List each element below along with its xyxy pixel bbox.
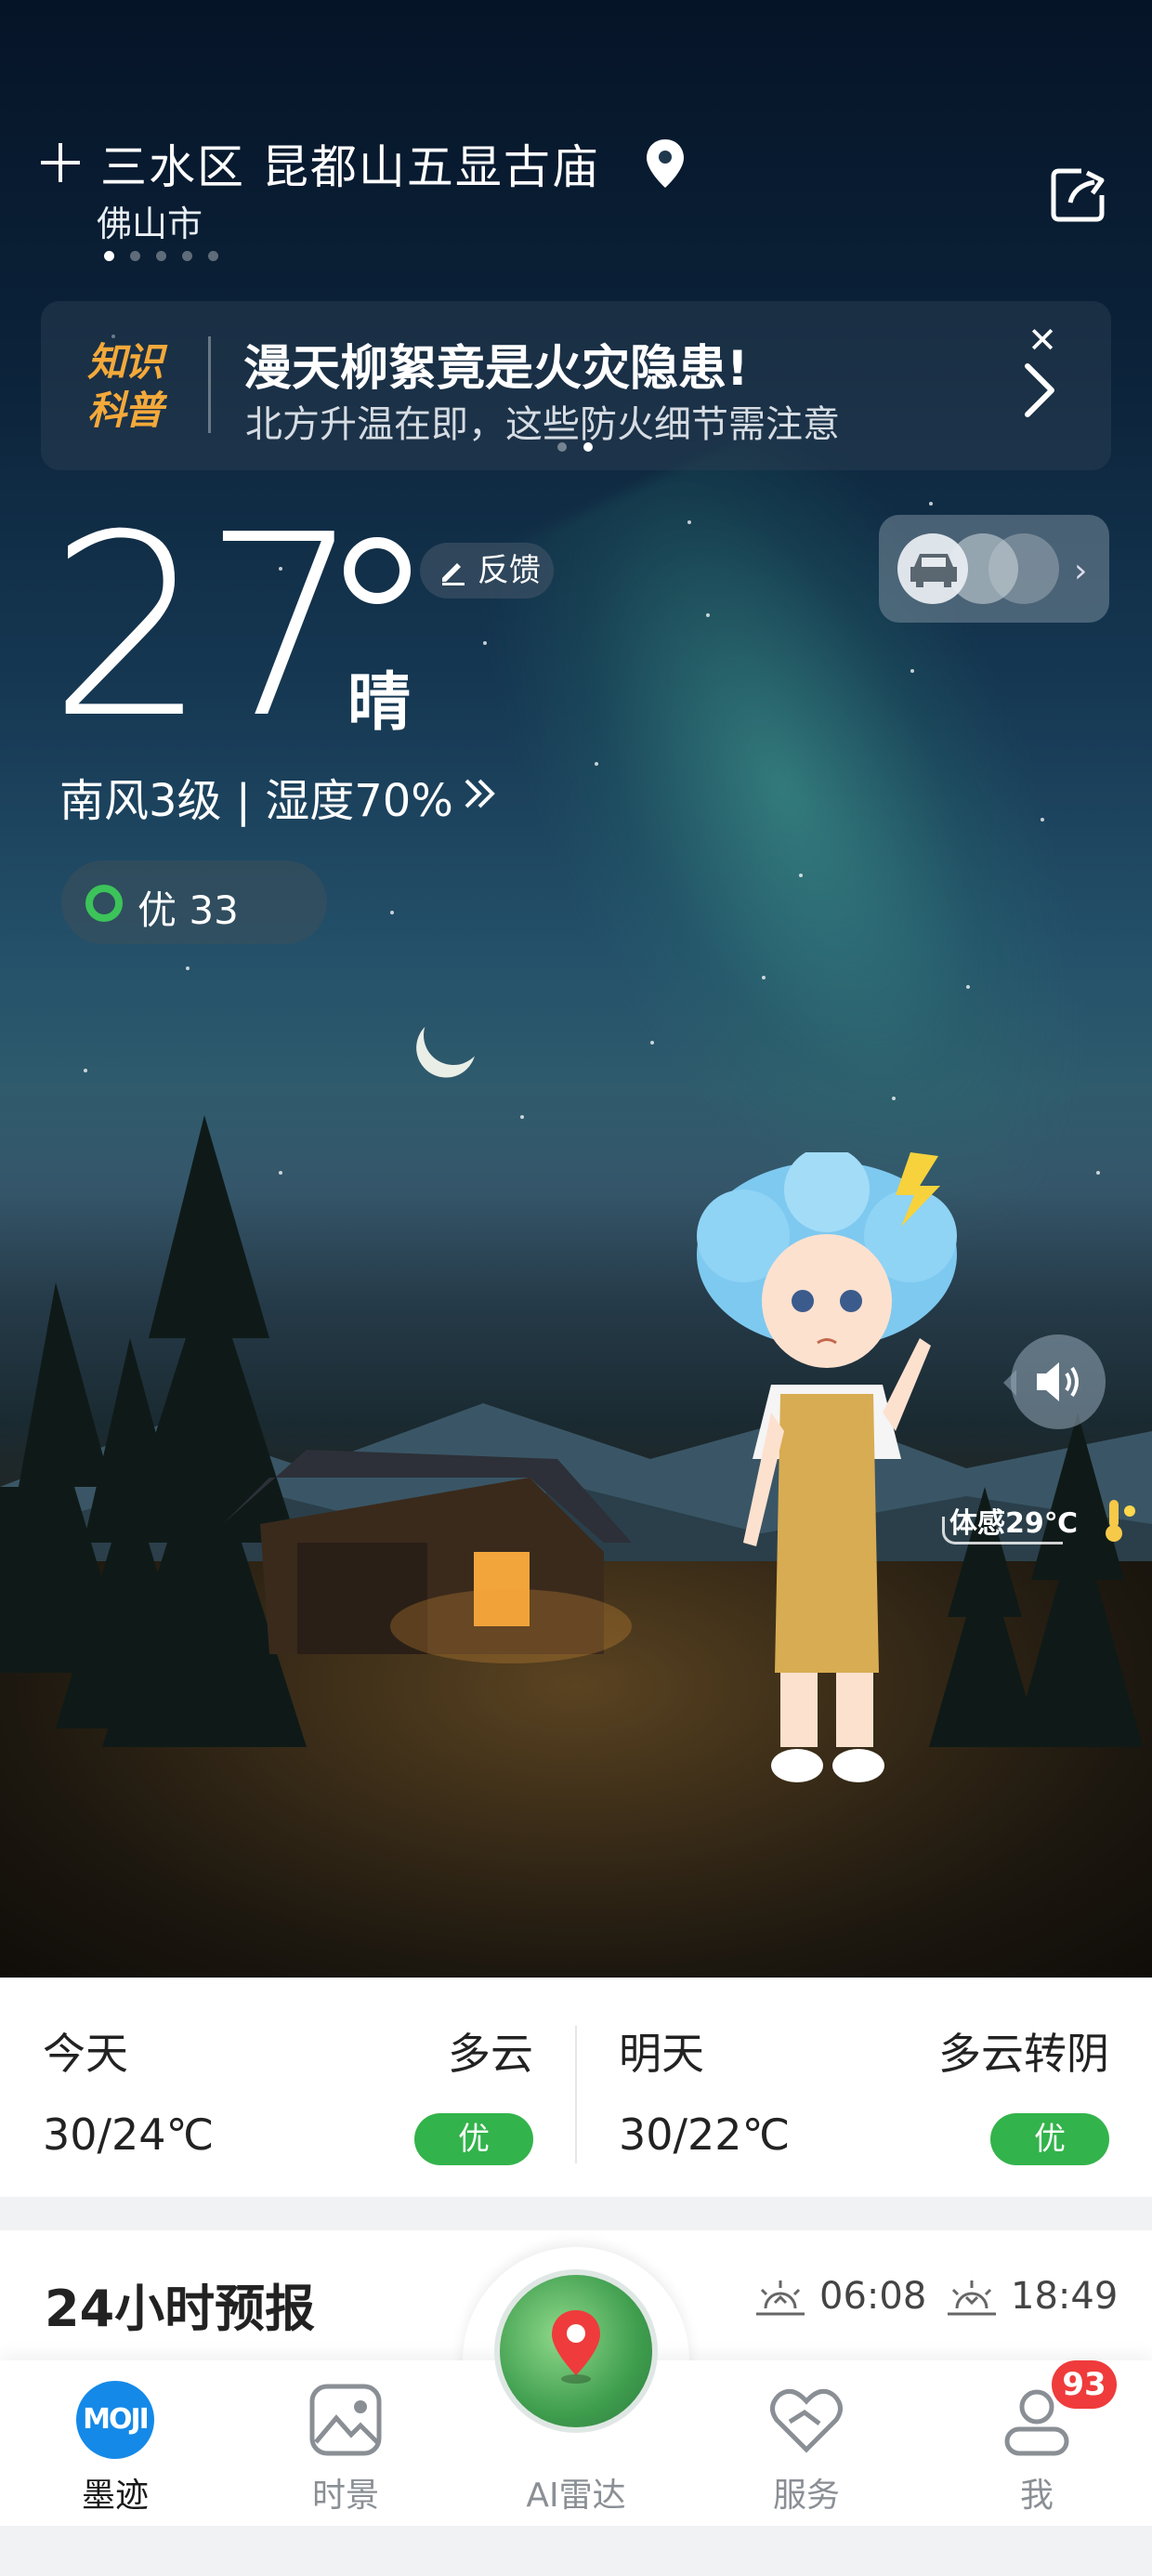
sunrise-icon	[756, 2280, 805, 2316]
daily-forecast-cards: 今天 多云 30/24℃ 优 明天 多云转阴 30/22℃ 优	[0, 1978, 1152, 2197]
location-title[interactable]: 三水区 昆都山五显古庙	[100, 130, 600, 197]
today-card[interactable]: 今天 多云 30/24℃ 优	[0, 1978, 576, 2197]
page-dot-active	[104, 251, 114, 261]
heart-service-icon	[770, 2388, 843, 2453]
aqi-label: 优 33	[137, 887, 239, 933]
page-dot	[208, 251, 218, 261]
radar-map-icon[interactable]	[494, 2269, 658, 2433]
tomorrow-card[interactable]: 明天 多云转阴 30/22℃ 优	[576, 1978, 1152, 2197]
moji-logo-icon: MOJI	[76, 2381, 154, 2459]
life-index-button[interactable]: ›	[879, 515, 1109, 623]
aqi-ring-icon	[85, 885, 123, 922]
location-pin-icon	[647, 139, 684, 188]
sunset-time: 18:49	[1011, 2275, 1119, 2318]
city-name: 佛山市	[97, 204, 203, 244]
photo-icon	[309, 2384, 382, 2456]
banner-page-indicator	[557, 442, 593, 452]
aqi-badge[interactable]: 优 33	[61, 861, 327, 944]
chevron-right-icon[interactable]	[1007, 353, 1072, 427]
tab-label: 服务	[772, 2477, 840, 2515]
science-logo: 知识 科普	[87, 338, 180, 435]
banner-dot	[557, 442, 567, 452]
day-temp-range: 30/24℃	[43, 2109, 215, 2160]
pencil-icon	[442, 563, 465, 585]
logo-line: 科普	[87, 388, 164, 433]
current-condition: 晴	[347, 666, 412, 740]
day-weather: 多云	[448, 2029, 533, 2079]
section-gap	[0, 2197, 1152, 2230]
day-label: 明天	[619, 2029, 704, 2079]
page-dot	[182, 251, 192, 261]
tab-label: 我	[1019, 2477, 1054, 2515]
add-city-icon[interactable]	[37, 139, 84, 186]
tab-moji[interactable]: MOJI 墨迹	[0, 2360, 230, 2526]
sunset-icon	[948, 2280, 996, 2316]
feedback-label: 反馈	[478, 552, 541, 589]
notification-count-badge: 93	[1052, 2360, 1117, 2409]
chevron-right-icon: ›	[1074, 552, 1088, 590]
tab-me[interactable]: 我	[922, 2360, 1152, 2526]
wind-humidity[interactable]: 南风3级 | 湿度70%	[59, 764, 453, 829]
cabin-illustration	[223, 1450, 632, 1663]
speaker-icon	[1037, 1362, 1079, 1401]
aqi-status-badge: 优	[414, 2113, 533, 2165]
banner-divider	[208, 336, 211, 433]
degree-symbol	[344, 537, 411, 604]
map-pin-icon	[552, 2310, 600, 2384]
page-dot	[130, 251, 140, 261]
day-label: 今天	[43, 2029, 128, 2079]
banner-title: 漫天柳絮竟是火灾隐患!	[243, 341, 749, 397]
page-dot	[156, 251, 166, 261]
tab-label: 墨迹	[81, 2477, 149, 2515]
close-icon[interactable]: ✕	[1026, 322, 1059, 358]
share-icon[interactable]	[1050, 165, 1107, 223]
bottom-safe-area	[0, 2526, 1152, 2576]
tab-label: AI雷达	[526, 2477, 626, 2515]
hourly-title: 24小时预报	[45, 2280, 316, 2338]
current-temperature: 27	[48, 480, 362, 773]
day-weather: 多云转阴	[938, 2029, 1109, 2079]
logo-line: 知识	[87, 339, 164, 385]
news-banner[interactable]: 知识 科普 漫天柳絮竟是火灾隐患! 北方升温在即，这些防火细节需注意 ✕	[41, 301, 1111, 470]
banner-dot-active	[583, 442, 593, 452]
location-header: 三水区 昆都山五显古庙 佛山市	[0, 0, 1152, 279]
double-chevron-right-icon[interactable]	[461, 773, 502, 814]
car-icon	[910, 554, 957, 587]
day-temp-range: 30/22℃	[619, 2109, 791, 2160]
tab-label: 时景	[311, 2477, 379, 2515]
tab-services[interactable]: 服务	[691, 2360, 922, 2526]
aqi-status-badge: 优	[990, 2113, 1109, 2165]
feels-like-temp: 体感29℃	[949, 1507, 1079, 1540]
voice-broadcast-button[interactable]	[1003, 1334, 1106, 1429]
city-page-indicator	[104, 251, 218, 261]
tab-scenery[interactable]: 时景	[230, 2360, 461, 2526]
thermometer-sun-icon	[1106, 1500, 1135, 1542]
weather-character[interactable]	[687, 1152, 985, 1821]
sunrise-time: 06:08	[819, 2275, 927, 2318]
feedback-button[interactable]: 反馈	[420, 543, 554, 598]
banner-subtitle: 北方升温在即，这些防火细节需注意	[245, 403, 840, 446]
